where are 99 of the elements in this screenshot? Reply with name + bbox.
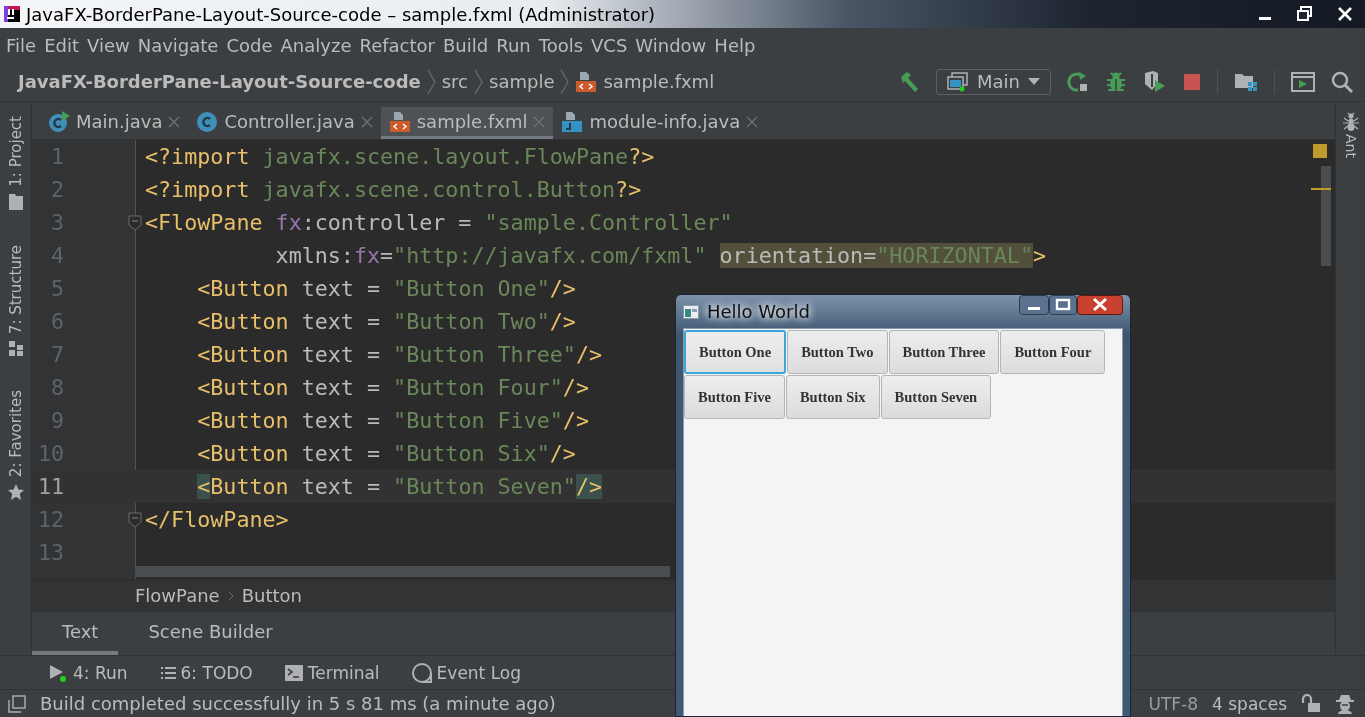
app-window-icon — [683, 304, 699, 319]
vertical-scrollbar[interactable] — [1321, 166, 1331, 266]
tool-window-button[interactable]: Terminal — [284, 662, 380, 683]
breadcrumb-separator-icon — [227, 589, 234, 602]
tool-window-button[interactable]: 7: Structure — [6, 244, 25, 356]
editor-tab[interactable]: module-info.java — [553, 107, 767, 139]
breadcrumb-item[interactable]: sample.fxml — [603, 71, 715, 92]
menu-item[interactable]: Edit — [40, 34, 83, 56]
code-line: </FlowPane> — [144, 507, 289, 532]
window-title: JavaFX-BorderPane-Layout-Source-code – sample.fxml (Administrator) — [26, 3, 657, 25]
code-line: <Button text = "Button Six"/> — [196, 441, 576, 466]
menu-item[interactable]: Analyze — [276, 34, 356, 56]
run-configuration-dropdown[interactable]: Main — [936, 68, 1051, 95]
breadcrumb-separator-icon — [560, 68, 570, 95]
coverage-icon[interactable] — [1143, 70, 1167, 93]
editor-mode-tab[interactable]: Scene Builder — [118, 612, 293, 655]
horizontal-scrollbar[interactable] — [135, 566, 670, 577]
folder-icon — [7, 192, 24, 211]
tool-window-button[interactable]: 4: Run — [48, 662, 128, 683]
code-line: <FlowPane fx:controller = "sample.Controller" — [144, 210, 733, 235]
fxml-file-icon — [388, 110, 411, 133]
code-line: <Button text = "Button One"/> — [196, 276, 576, 301]
structure-icon — [7, 339, 24, 356]
tool-window-button[interactable]: 6: TODO — [159, 662, 253, 683]
app-button[interactable]: Button Five — [684, 375, 785, 419]
fold-marker-icon[interactable] — [128, 214, 142, 231]
encoding-indicator[interactable]: UTF-8 — [1148, 693, 1199, 714]
java-file-icon — [561, 110, 584, 133]
window-icon — [947, 71, 969, 92]
line-number: 11 — [36, 474, 64, 499]
minimize-icon[interactable] — [1019, 295, 1049, 315]
breadcrumb-item[interactable]: FlowPane — [135, 585, 220, 606]
breadcrumb-separator-icon — [426, 68, 436, 95]
menu-item[interactable]: Tools — [534, 34, 588, 56]
maximize-icon[interactable] — [1049, 295, 1077, 315]
tab-close-icon[interactable] — [746, 115, 759, 128]
breadcrumb-item[interactable]: Button — [241, 585, 302, 606]
editor-tab[interactable]: sample.fxml — [380, 107, 554, 139]
status-message: Build completed successfully in 5 s 81 ms (a minute ago) — [39, 693, 557, 714]
tool-window-button[interactable]: Ant — [1341, 112, 1360, 158]
app-logo-icon — [4, 6, 20, 22]
class-icon — [196, 110, 219, 133]
menu-item[interactable]: VCS — [587, 34, 632, 56]
breadcrumb-separator-icon — [474, 68, 483, 95]
tab-close-icon[interactable] — [360, 115, 373, 128]
project-structure-icon[interactable] — [1234, 71, 1258, 92]
app-button[interactable]: Button Four — [1000, 330, 1106, 374]
close-icon[interactable] — [1077, 295, 1123, 315]
code-line: <Button text = "Button Five"/> — [196, 408, 589, 433]
app-button[interactable]: Button Six — [785, 375, 880, 419]
code-line: <Button text = "Button Two"/> — [196, 309, 576, 334]
bug-icon[interactable] — [1105, 70, 1127, 93]
unlocked-icon[interactable] — [1301, 693, 1321, 714]
breadcrumb-item[interactable]: sample — [489, 71, 555, 92]
tool-windows-icon[interactable] — [8, 694, 26, 713]
breadcrumb-item[interactable]: src — [441, 71, 468, 92]
star-icon — [6, 482, 25, 501]
menu-item[interactable]: Refactor — [355, 34, 439, 56]
editor-tab[interactable]: Main.java — [40, 107, 189, 139]
menu-item[interactable]: Window — [631, 34, 711, 56]
app-button[interactable]: Button Seven — [880, 375, 992, 419]
inspector-icon[interactable] — [1335, 693, 1355, 714]
caret-icon — [1028, 77, 1040, 86]
code-line: <Button text = "Button Four"/> — [196, 375, 589, 400]
app-button[interactable]: Button Two — [787, 330, 888, 374]
run-window-icon[interactable] — [1291, 71, 1315, 92]
indent-indicator[interactable]: 4 spaces — [1212, 693, 1287, 714]
run-icon — [48, 662, 68, 683]
tab-close-icon[interactable] — [168, 115, 181, 128]
window-title: Hello World — [707, 301, 810, 322]
list-icon — [159, 665, 176, 680]
menu-item[interactable]: Build — [439, 34, 493, 56]
code-line: <?import javafx.scene.control.Button?> — [144, 177, 642, 202]
menu-item[interactable]: View — [83, 34, 134, 56]
stop-icon[interactable] — [1183, 72, 1201, 91]
ant-icon — [1341, 112, 1360, 132]
menu-item[interactable]: Code — [222, 34, 277, 56]
fold-marker-icon[interactable] — [128, 511, 142, 528]
app-button[interactable]: Button Three — [888, 330, 1000, 374]
tool-window-button[interactable]: 2: Favorites — [6, 389, 25, 501]
fxml-file-icon — [575, 70, 598, 93]
terminal-icon — [284, 664, 303, 681]
breadcrumb-item[interactable]: JavaFX-BorderPane-Layout-Source-code — [18, 71, 421, 92]
menu-item[interactable]: Navigate — [133, 34, 223, 56]
code-line: <Button text = "Button Seven"/> — [196, 474, 603, 499]
search-icon[interactable] — [1331, 70, 1353, 93]
code-line: <Button text = "Button Three"/> — [196, 342, 603, 367]
rerun-icon[interactable] — [1067, 70, 1089, 93]
editor-tab[interactable]: Controller.java — [188, 107, 381, 139]
hammer-icon[interactable] — [898, 70, 920, 93]
event-log-icon — [411, 662, 432, 683]
menu-item[interactable]: Run — [492, 34, 535, 56]
menu-item[interactable]: Help — [710, 34, 760, 56]
menu-item[interactable]: File — [2, 34, 41, 56]
code-line: <?import javafx.scene.layout.FlowPane?> — [144, 144, 655, 169]
tool-window-button[interactable]: Event Log — [411, 662, 522, 683]
class-icon — [48, 110, 70, 133]
app-button[interactable]: Button One — [684, 330, 787, 374]
tool-window-button[interactable]: 1: Project — [6, 116, 25, 211]
